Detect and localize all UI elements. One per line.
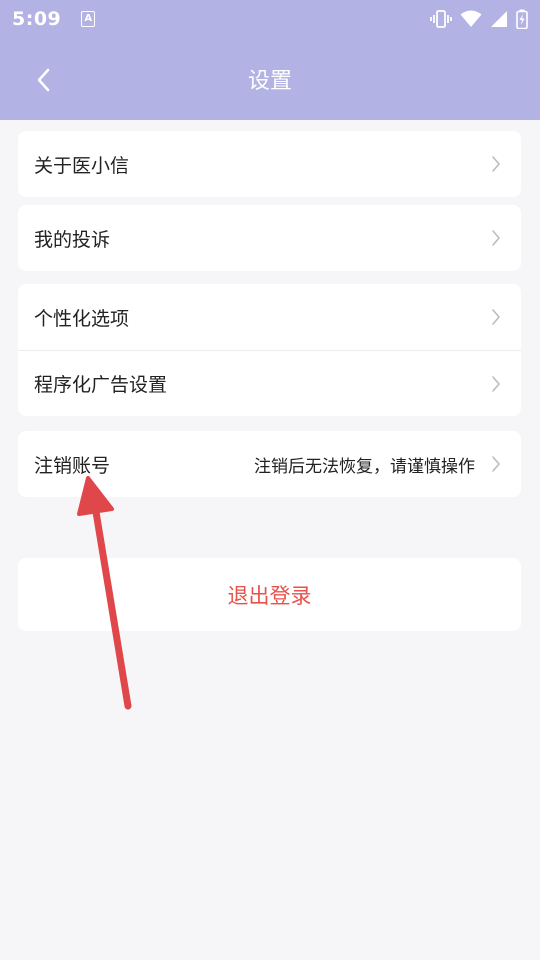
settings-item-label: 个性化选项 (34, 307, 130, 330)
status-time: 5:09 (12, 8, 62, 30)
status-bar: 5:09 A (0, 0, 540, 38)
settings-item-label: 关于医小信 (34, 154, 130, 177)
chevron-right-icon (492, 156, 501, 172)
a-badge-icon: A (81, 11, 96, 27)
settings-item-personalization[interactable]: 个性化选项 (18, 284, 521, 350)
settings-item-label: 我的投诉 (34, 228, 111, 251)
page-title: 设置 (247, 69, 292, 94)
settings-item-about[interactable]: 关于医小信 (18, 131, 521, 197)
chevron-right-icon (492, 230, 501, 246)
status-icons (430, 9, 528, 29)
delete-account-warning: 注销后无法恢复，请谨慎操作 (254, 456, 475, 477)
battery-charging-icon (516, 9, 528, 29)
app-bar: 设置 (0, 38, 540, 120)
settings-item-label: 注销账号 (34, 454, 111, 477)
chevron-right-icon (492, 375, 501, 392)
settings-group-account: 注销账号 注销后无法恢复，请谨慎操作 (18, 431, 521, 497)
settings-item-label: 程序化广告设置 (34, 374, 168, 396)
settings-item-ad-settings[interactable]: 程序化广告设置 (18, 350, 521, 416)
wifi-icon (460, 10, 482, 27)
settings-group-about: 关于医小信 (18, 131, 521, 197)
chevron-right-icon (492, 456, 501, 472)
logout-button[interactable]: 退出登录 (18, 558, 521, 631)
vibrate-icon (430, 10, 452, 28)
signal-icon (491, 11, 507, 27)
back-button[interactable] (22, 58, 66, 102)
settings-item-delete-account[interactable]: 注销账号 注销后无法恢复，请谨慎操作 (18, 431, 521, 497)
chevron-right-icon (492, 309, 501, 325)
chevron-left-icon (37, 68, 50, 92)
settings-group-complaints: 我的投诉 (18, 205, 521, 271)
settings-item-complaints[interactable]: 我的投诉 (18, 205, 521, 271)
settings-group-preferences: 个性化选项 程序化广告设置 (18, 284, 521, 416)
